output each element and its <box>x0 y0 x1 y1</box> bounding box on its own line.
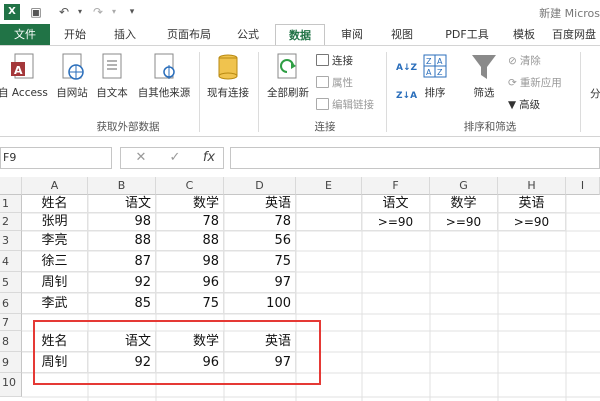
tab-data[interactable]: 数据 <box>275 24 325 47</box>
undo-dropdown-icon[interactable]: ▾ <box>72 4 88 20</box>
gridlines <box>22 195 600 401</box>
column-header[interactable]: I <box>566 177 600 195</box>
redo-dropdown-icon[interactable]: ▾ <box>106 4 122 20</box>
web-globe-icon <box>58 52 86 82</box>
other-sources-icon <box>150 52 178 82</box>
column-header[interactable]: G <box>430 177 498 195</box>
refresh-all-button[interactable]: 全部刷新 <box>262 52 314 100</box>
row-header[interactable]: 2 <box>0 213 22 231</box>
tab-formulas[interactable]: 公式 <box>228 24 268 46</box>
filter-funnel-icon <box>470 52 498 82</box>
row-header[interactable]: 4 <box>0 251 22 272</box>
text-file-icon <box>98 52 126 82</box>
insert-function-icon[interactable]: fx <box>199 150 219 166</box>
column-header[interactable]: H <box>498 177 566 195</box>
text-to-columns-button[interactable]: 分 <box>590 86 600 102</box>
customize-toolbar-icon[interactable]: ▾ <box>124 4 140 20</box>
from-web-button[interactable]: 自网站 <box>52 52 92 100</box>
tab-insert[interactable]: 插入 <box>104 24 146 46</box>
column-header[interactable]: B <box>88 177 156 195</box>
tab-file[interactable]: 文件 <box>0 24 50 46</box>
edit-links-icon <box>316 98 329 110</box>
enter-icon[interactable]: ✓ <box>165 150 185 166</box>
row-header[interactable]: 9 <box>0 352 22 373</box>
redo-icon[interactable]: ↷ <box>90 4 106 20</box>
ribbon-separator <box>386 52 387 132</box>
row-header[interactable]: 3 <box>0 231 22 251</box>
from-text-button[interactable]: 自文本 <box>92 52 132 100</box>
svg-text:A: A <box>14 64 23 77</box>
column-header[interactable]: A <box>22 177 88 195</box>
row-header[interactable]: 10 <box>0 373 22 397</box>
connections-icon <box>316 54 329 66</box>
ribbon-tabs: 文件 开始 插入 页面布局 公式 数据 审阅 视图 PDF工具 模板 百度网盘 <box>0 24 600 47</box>
ribbon-separator <box>580 52 581 132</box>
tab-review[interactable]: 审阅 <box>332 24 372 46</box>
excel-logo-icon: X <box>4 4 20 20</box>
filter-button[interactable]: 筛选 <box>466 52 502 100</box>
svg-text:A: A <box>426 68 432 77</box>
from-access-button[interactable]: A 自 Access <box>0 52 52 100</box>
group-label-sort-filter: 排序和筛选 <box>463 121 517 133</box>
connections-button[interactable]: 连接 <box>316 53 353 69</box>
row-header[interactable]: 6 <box>0 293 22 314</box>
group-label-get-external-data: 获取外部数据 <box>96 121 160 133</box>
tab-pdf-tools[interactable]: PDF工具 <box>432 24 502 46</box>
advanced-filter-icon: ▼ <box>508 99 517 111</box>
select-all-corner[interactable] <box>0 177 22 195</box>
sort-descending-button[interactable]: Z↓A <box>396 88 417 104</box>
column-header[interactable]: F <box>362 177 430 195</box>
worksheet-grid[interactable]: A B C D E F G H I 1 2 3 4 5 6 7 8 9 10 姓… <box>0 177 600 401</box>
undo-icon[interactable]: ↶ <box>56 4 72 20</box>
tab-baidu-netdisk[interactable]: 百度网盘 <box>552 24 600 46</box>
from-other-sources-button[interactable]: 自其他来源 <box>132 52 196 100</box>
advanced-filter-button[interactable]: ▼ 高级 <box>508 97 540 113</box>
column-header[interactable]: D <box>224 177 296 195</box>
ribbon-separator <box>258 52 259 132</box>
row-header[interactable]: 7 <box>0 314 22 331</box>
access-icon: A <box>9 52 37 82</box>
sort-button[interactable]: ZAAZ 排序 <box>418 52 452 100</box>
sort-ascending-button[interactable]: A↓Z <box>396 60 417 76</box>
ribbon-separator <box>199 52 200 132</box>
name-box[interactable]: F9 <box>0 147 112 169</box>
clear-filter-button[interactable]: ⊘ 清除 <box>508 53 541 69</box>
ribbon: A 自 Access 自网站 自文本 自其他来源 现有连接 获取外部数据 全部刷… <box>0 45 600 137</box>
cancel-icon[interactable]: ✕ <box>131 150 151 166</box>
tab-page-layout[interactable]: 页面布局 <box>156 24 222 46</box>
tab-view[interactable]: 视图 <box>382 24 422 46</box>
formula-bar: F9 ✕ ✓ fx <box>0 137 600 177</box>
group-label-connections: 连接 <box>314 121 336 133</box>
properties-icon <box>316 76 329 88</box>
sort-icon: ZAAZ <box>421 52 449 82</box>
column-header[interactable]: E <box>296 177 362 195</box>
reapply-icon: ⟳ <box>508 77 517 89</box>
row-header[interactable]: 5 <box>0 272 22 293</box>
row-header[interactable]: 1 <box>0 195 22 213</box>
title-bar: X ▣ ↶ ▾ ↷ ▾ ▾ 新建 Micros <box>0 0 600 24</box>
properties-button[interactable]: 属性 <box>316 75 353 91</box>
formula-input[interactable] <box>230 147 600 169</box>
edit-links-button[interactable]: 编辑链接 <box>316 97 374 113</box>
row-header[interactable]: 8 <box>0 331 22 352</box>
refresh-icon <box>274 52 302 82</box>
tab-home[interactable]: 开始 <box>54 24 96 46</box>
existing-connections-button[interactable]: 现有连接 <box>202 52 254 100</box>
database-icon <box>214 52 242 82</box>
svg-text:Z: Z <box>437 68 443 77</box>
save-icon[interactable]: ▣ <box>28 4 44 20</box>
reapply-filter-button[interactable]: ⟳ 重新应用 <box>508 75 562 91</box>
clear-filter-icon: ⊘ <box>508 55 517 67</box>
column-header[interactable]: C <box>156 177 224 195</box>
svg-text:A: A <box>437 57 443 66</box>
svg-text:Z: Z <box>426 57 432 66</box>
formula-buttons: ✕ ✓ fx <box>120 147 224 169</box>
window-title: 新建 Micros <box>539 7 600 20</box>
tab-templates[interactable]: 模板 <box>504 24 544 46</box>
